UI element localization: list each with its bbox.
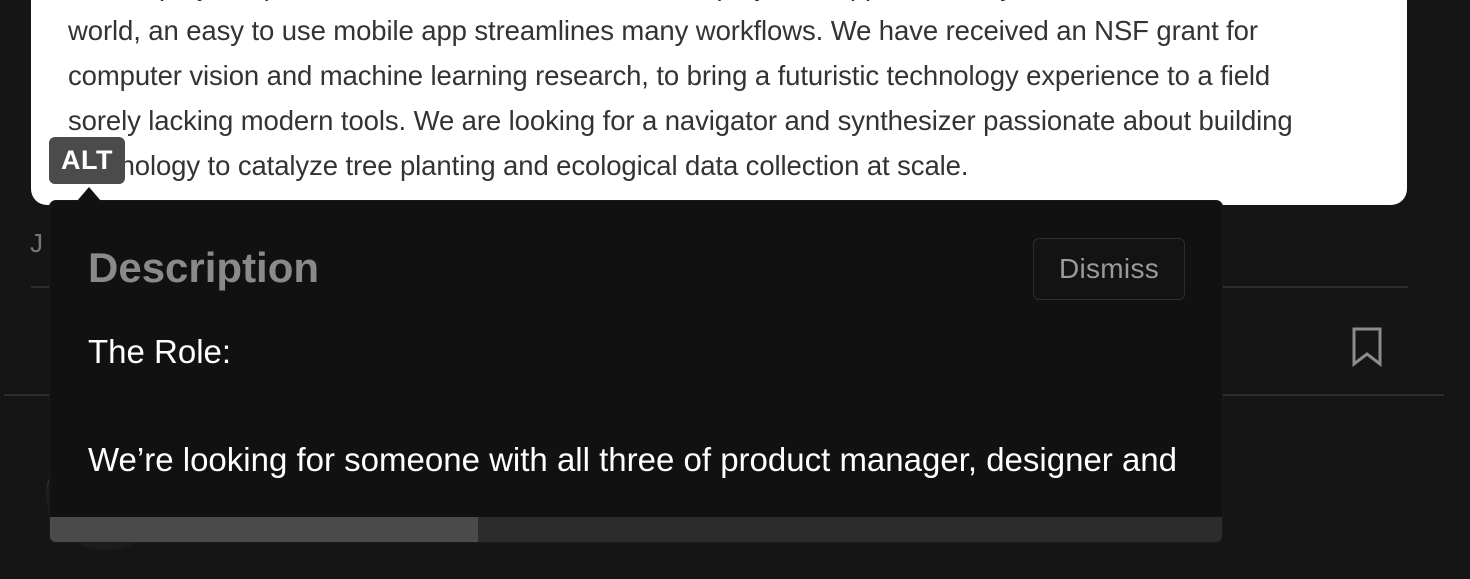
- image-text-line: computer vision and machine learning res…: [68, 60, 1271, 91]
- popup-title: Description: [88, 244, 320, 291]
- alt-description-popup: Description Dismiss The Role: We’re look…: [50, 201, 1222, 542]
- bookmark-icon[interactable]: [1351, 326, 1383, 368]
- dismiss-button[interactable]: Dismiss: [1033, 238, 1185, 300]
- alt-badge[interactable]: ALT: [49, 137, 125, 184]
- popup-body: The Role: We’re looking for someone with…: [88, 325, 1177, 487]
- popup-body-line: The Role:: [88, 333, 232, 370]
- scrollbar-thumb[interactable]: [50, 517, 478, 542]
- image-text-line: carbon project operations like MRV and, …: [68, 0, 1388, 8]
- image-text-line: technology to catalyze tree planting and…: [68, 150, 969, 181]
- popup-body-line: We’re looking for someone with all three…: [88, 441, 1178, 478]
- popup-body-spacer: [88, 379, 1177, 433]
- image-card: carbon project operations like MRV and, …: [31, 0, 1407, 205]
- partial-text: J: [30, 228, 43, 258]
- popup-arrow: [77, 187, 101, 201]
- image-text: carbon project operations like MRV and, …: [68, 0, 1388, 188]
- horizontal-scrollbar[interactable]: [50, 517, 1222, 542]
- image-text-line: sorely lacking modern tools. We are look…: [68, 105, 1293, 136]
- image-text-line: world, an easy to use mobile app streaml…: [68, 15, 1258, 46]
